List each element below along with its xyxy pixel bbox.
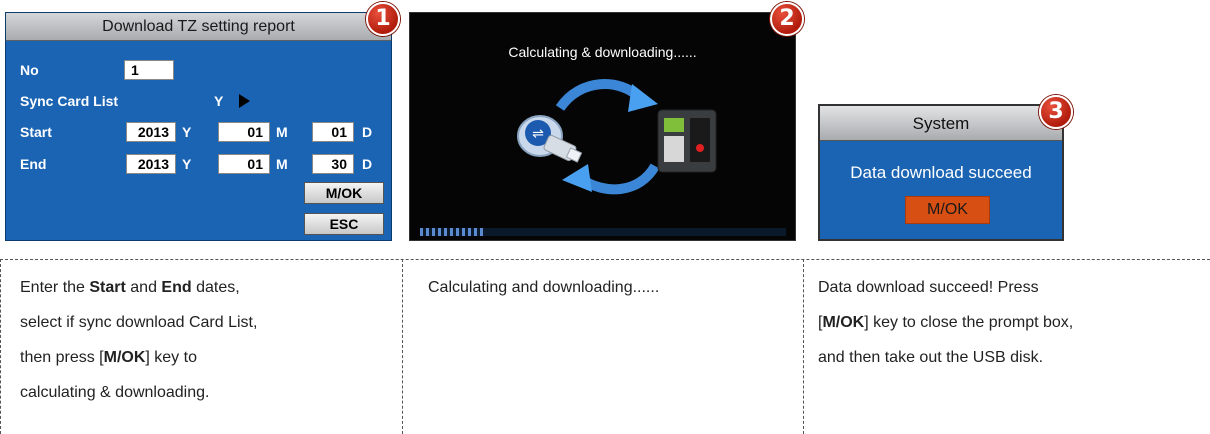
progress-bar [420, 228, 786, 236]
end-label: End [20, 156, 47, 172]
no-label: No [20, 62, 39, 78]
step-badge-1: 1 [366, 2, 400, 36]
progress-segment [474, 228, 477, 236]
caption-step-2: Calculating and downloading...... [428, 279, 660, 296]
start-year-field[interactable]: 2013 [126, 122, 176, 142]
year-unit: Y [182, 156, 192, 172]
sync-card-list-label: Sync Card List [20, 93, 119, 109]
month-unit: M [276, 156, 288, 172]
month-unit: M [276, 124, 288, 140]
end-year-field[interactable]: 2013 [126, 154, 176, 174]
play-arrow-icon[interactable] [239, 94, 250, 108]
download-report-panel: Download TZ setting report No 1 Sync Car… [5, 12, 392, 241]
day-unit: D [362, 156, 373, 172]
progress-segment [420, 228, 423, 236]
caption-step-3: Data download succeed! Press [M/OK] key … [818, 279, 1074, 366]
progress-segment [432, 228, 435, 236]
step-badge-2: 2 [770, 2, 804, 36]
progress-segment [480, 228, 483, 236]
progress-segment [462, 228, 465, 236]
status-text: Calculating & downloading...... [508, 44, 697, 60]
progress-segment [438, 228, 441, 236]
terminal-device-icon [657, 109, 717, 173]
dialog-message: Data download succeed [850, 163, 1032, 182]
caption-divider-top [0, 259, 1210, 260]
year-unit: Y [182, 124, 192, 140]
sync-card-list-value[interactable]: Y [214, 93, 223, 109]
caption-step-1: Enter the Start and End dates, select if… [20, 279, 258, 401]
progress-segment [456, 228, 459, 236]
caption-divider-1 [402, 259, 403, 434]
end-month-field[interactable]: 01 [218, 154, 270, 174]
esc-button[interactable]: ESC [304, 213, 384, 235]
start-label: Start [20, 124, 52, 140]
day-unit: D [362, 124, 373, 140]
sync-arrows-icon [555, 79, 660, 195]
svg-text:⇌: ⇌ [532, 126, 544, 142]
caption-divider-left [0, 259, 1, 434]
system-dialog: System Data download succeed M/OK [818, 104, 1064, 241]
dialog-title: System [820, 106, 1062, 141]
progress-segment [426, 228, 429, 236]
dialog-ok-button[interactable]: M/OK [905, 196, 990, 224]
start-month-field[interactable]: 01 [218, 122, 270, 142]
progress-segment [444, 228, 447, 236]
ok-button[interactable]: M/OK [304, 182, 384, 204]
progress-segment [450, 228, 453, 236]
caption-divider-2 [803, 259, 804, 434]
progress-segment [468, 228, 471, 236]
usb-drive-icon: ⇌ [517, 115, 583, 163]
end-day-field[interactable]: 30 [312, 154, 354, 174]
step-badge-3: 3 [1039, 95, 1073, 129]
panel-title: Download TZ setting report [6, 13, 391, 41]
sync-illustration: ⇌ [517, 79, 717, 195]
downloading-panel: Calculating & downloading...... ⇌ [409, 12, 796, 241]
start-day-field[interactable]: 01 [312, 122, 354, 142]
no-field[interactable]: 1 [124, 60, 174, 80]
